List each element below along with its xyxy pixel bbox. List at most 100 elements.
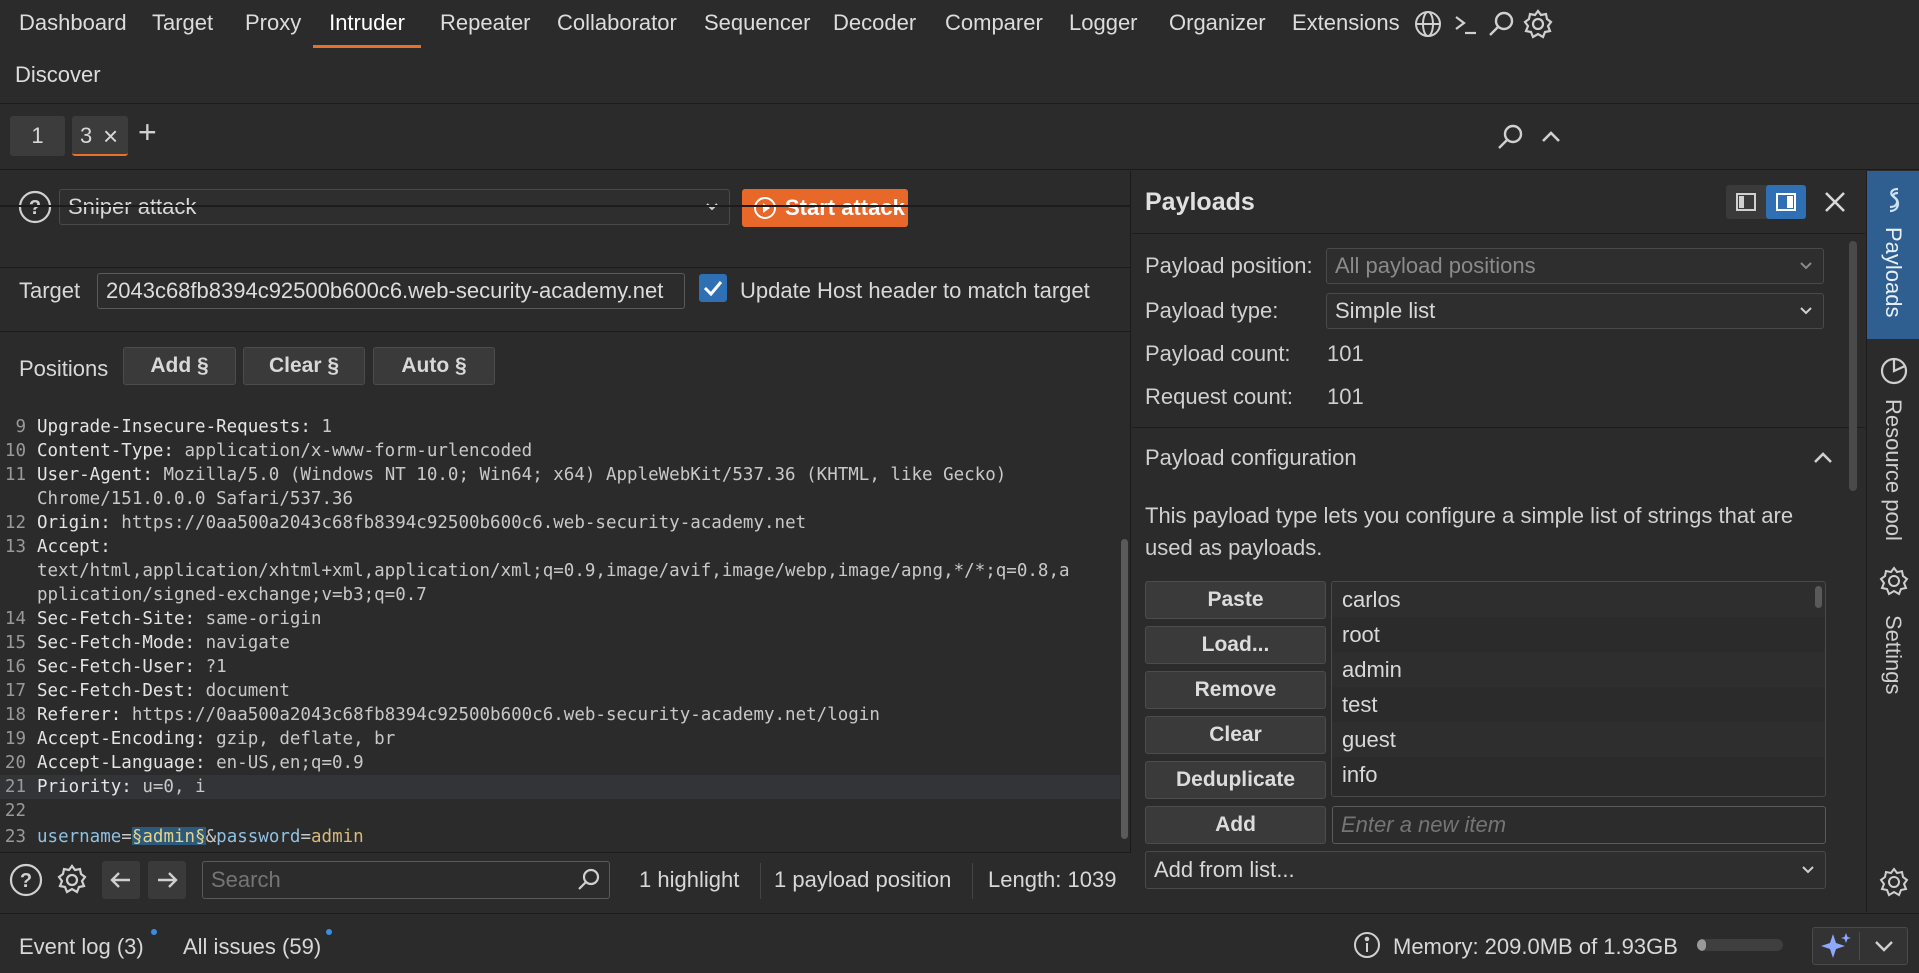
- payload-position-select[interactable]: All payload positions: [1326, 248, 1824, 284]
- list-item[interactable]: carlos: [1332, 582, 1825, 617]
- deduplicate-button[interactable]: Deduplicate: [1145, 761, 1326, 799]
- request-line[interactable]: 18 Referer: https://0aa500a2043c68fb8394c…: [0, 703, 1120, 727]
- chevron-down-icon[interactable]: [1861, 928, 1907, 964]
- clear-markers-button[interactable]: Clear §: [243, 347, 365, 385]
- request-line[interactable]: Chrome/151.0.0.0 Safari/537.36: [0, 487, 1120, 511]
- auto-markers-button[interactable]: Auto §: [373, 347, 495, 385]
- request-line[interactable]: 21 Priority: u=0, i: [0, 775, 1120, 799]
- nav-tab-decoder[interactable]: Decoder: [833, 0, 916, 48]
- request-editor[interactable]: 9 Upgrade-Insecure-Requests: 1 10 Content-T…: [0, 407, 1120, 845]
- add-marker-button[interactable]: Add §: [123, 347, 236, 385]
- search-icon[interactable]: [1484, 6, 1520, 42]
- settings-gear-icon[interactable]: [1520, 6, 1556, 42]
- side-tab-resource-pool[interactable]: Resource pool: [1867, 339, 1919, 549]
- instance-tab-1[interactable]: 1: [10, 116, 65, 156]
- editor-scrollbar[interactable]: [1120, 407, 1129, 845]
- panel-scrollbar-thumb[interactable]: [1849, 241, 1857, 491]
- payload-config-title[interactable]: Payload configuration: [1145, 445, 1357, 471]
- header-value: gzip, deflate, br: [205, 729, 396, 749]
- request-line[interactable]: 17 Sec-Fetch-Dest: document: [0, 679, 1120, 703]
- collapse-chevron-icon[interactable]: [1536, 122, 1566, 152]
- close-tab-icon[interactable]: ×: [103, 116, 118, 156]
- nav-tab-intruder[interactable]: Intruder: [313, 0, 421, 48]
- payload-marker[interactable]: §admin§: [131, 827, 206, 845]
- start-attack-button[interactable]: Start attack: [742, 189, 908, 227]
- strip-settings-gear-icon[interactable]: [1878, 866, 1910, 898]
- nav-tab-collaborator[interactable]: Collaborator: [557, 0, 677, 48]
- previous-match-button[interactable]: [102, 861, 140, 899]
- help-icon[interactable]: ?: [17, 189, 53, 225]
- attack-type-select[interactable]: Sniper attack: [59, 189, 730, 225]
- payload-type-value: Simple list: [1335, 298, 1436, 323]
- separator: [0, 267, 1131, 268]
- ampersand: &: [205, 827, 217, 845]
- request-line[interactable]: 22: [0, 799, 1120, 823]
- request-line[interactable]: 19 Accept-Encoding: gzip, deflate, br: [0, 727, 1120, 751]
- editor-help-icon[interactable]: ?: [8, 862, 44, 898]
- nav-tab-target[interactable]: Target: [152, 0, 213, 48]
- next-match-button[interactable]: [148, 861, 186, 899]
- start-attack-label: Start attack: [785, 195, 905, 220]
- nav-tab-organizer[interactable]: Organizer: [1169, 0, 1266, 48]
- request-line[interactable]: 13 Accept:: [0, 535, 1120, 559]
- list-item[interactable]: root: [1332, 617, 1825, 652]
- nav-tab-proxy[interactable]: Proxy: [245, 0, 301, 48]
- target-input[interactable]: 2043c68fb8394c92500b600c6.web-security-a…: [97, 273, 685, 309]
- collapse-section-icon[interactable]: [1808, 443, 1838, 473]
- request-line[interactable]: 9 Upgrade-Insecure-Requests: 1: [0, 415, 1120, 439]
- close-panel-icon[interactable]: [1820, 187, 1850, 217]
- list-item[interactable]: info: [1332, 757, 1825, 792]
- request-line[interactable]: 14 Sec-Fetch-Site: same-origin: [0, 607, 1120, 631]
- instance-tab-3[interactable]: 3 ×: [72, 116, 128, 156]
- request-line[interactable]: 11 User-Agent: Mozilla/5.0 (Windows NT 10…: [0, 463, 1120, 487]
- all-issues-link[interactable]: All issues (59): [183, 934, 321, 960]
- add-tab-icon[interactable]: +: [138, 114, 157, 151]
- line-number: 16: [4, 657, 26, 677]
- nav-tab-comparer[interactable]: Comparer: [945, 0, 1043, 48]
- clear-list-button[interactable]: Clear: [1145, 716, 1326, 754]
- request-line[interactable]: text/html,application/xhtml+xml,applicat…: [0, 559, 1120, 583]
- list-item[interactable]: guest: [1332, 722, 1825, 757]
- editor-scrollbar-thumb[interactable]: [1121, 539, 1128, 839]
- nav-tab-dashboard[interactable]: Dashboard: [19, 0, 127, 48]
- request-line[interactable]: 10 Content-Type: application/x-www-form-u…: [0, 439, 1120, 463]
- divider: [1859, 932, 1860, 960]
- globe-icon[interactable]: [1410, 6, 1446, 42]
- list-item[interactable]: admin: [1332, 652, 1825, 687]
- nav-tab-sequencer[interactable]: Sequencer: [704, 0, 810, 48]
- tab-search-icon[interactable]: [1494, 120, 1528, 154]
- nav-tab-extensions[interactable]: Extensions: [1292, 0, 1400, 48]
- paste-button[interactable]: Paste: [1145, 581, 1326, 619]
- layout-split-icon[interactable]: [1766, 185, 1806, 219]
- request-line[interactable]: 20 Accept-Language: en-US,en;q=0.9: [0, 751, 1120, 775]
- new-item-input[interactable]: [1332, 806, 1826, 844]
- ai-sparkle-icon[interactable]: [1813, 928, 1859, 964]
- payload-list[interactable]: carlos root admin test guest info: [1331, 581, 1826, 797]
- add-item-button[interactable]: Add: [1145, 806, 1326, 844]
- nav-tab-repeater[interactable]: Repeater: [440, 0, 531, 48]
- request-line[interactable]: 12 Origin: https://0aa500a2043c68fb8394c9…: [0, 511, 1120, 535]
- side-tab-payloads[interactable]: Payloads: [1867, 171, 1919, 339]
- nav-tab-discover[interactable]: Discover: [15, 52, 101, 100]
- editor-search-input[interactable]: [202, 861, 610, 899]
- layout-single-icon[interactable]: [1726, 185, 1766, 219]
- event-log-link[interactable]: Event log (3): [19, 934, 144, 960]
- list-item[interactable]: test: [1332, 687, 1825, 722]
- request-line[interactable]: pplication/signed-exchange;v=b3;q=0.7: [0, 583, 1120, 607]
- list-scrollbar-thumb[interactable]: [1815, 586, 1822, 608]
- nav-tab-logger[interactable]: Logger: [1069, 0, 1138, 48]
- add-from-list-select[interactable]: Add from list...: [1145, 851, 1826, 889]
- terminal-icon[interactable]: [1448, 6, 1484, 42]
- load-button[interactable]: Load...: [1145, 626, 1326, 664]
- side-tab-settings[interactable]: Settings: [1867, 549, 1919, 695]
- editor-settings-gear-icon[interactable]: [54, 862, 90, 898]
- request-line[interactable]: 16 Sec-Fetch-User: ?1: [0, 655, 1120, 679]
- request-line[interactable]: 15 Sec-Fetch-Mode: navigate: [0, 631, 1120, 655]
- line-number: 13: [4, 537, 26, 557]
- update-host-checkbox[interactable]: [699, 274, 727, 302]
- param-value: admin: [311, 827, 364, 845]
- info-icon[interactable]: [1352, 930, 1382, 960]
- payloads-title: Payloads: [1145, 188, 1255, 216]
- remove-button[interactable]: Remove: [1145, 671, 1326, 709]
- payload-type-select[interactable]: Simple list: [1326, 293, 1824, 329]
